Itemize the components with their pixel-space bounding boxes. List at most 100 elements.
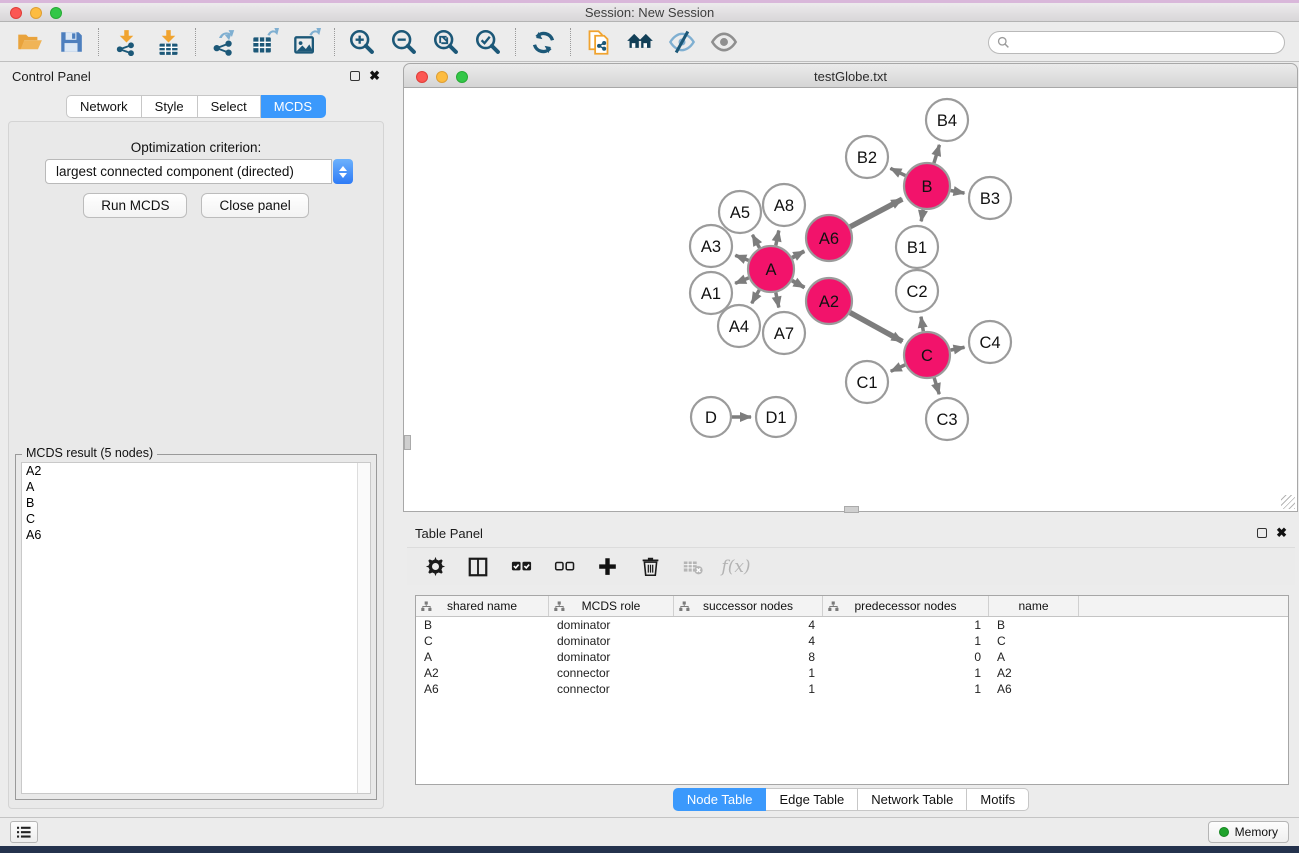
edge-B-B3[interactable] [951,190,965,193]
export-image-icon[interactable] [292,27,322,57]
table-tab-network-table[interactable]: Network Table [858,788,967,811]
cell-name[interactable]: B [989,618,1079,632]
cell-name[interactable]: A [989,650,1079,664]
graph-node-C[interactable]: C [904,332,950,378]
close-panel-icon[interactable]: ✖ [369,71,380,81]
export-table-icon[interactable] [250,27,280,57]
table-close-panel-icon[interactable]: ✖ [1276,528,1287,538]
graph-node-C3[interactable]: C3 [926,398,968,440]
table-tab-node-table[interactable]: Node Table [673,788,767,811]
function-builder-icon[interactable]: f(x) [724,555,748,579]
table-row[interactable]: Bdominator41B [416,617,1288,633]
cell-shared-name[interactable]: A [416,650,549,664]
tab-mcds[interactable]: MCDS [261,95,326,118]
search-field[interactable] [988,31,1285,54]
network-canvas[interactable]: AA1A2A3A4A5A6A7A8BB1B2B3B4CC1C2C3C4DD1 [403,88,1298,512]
edge-A-A7[interactable] [776,293,779,308]
open-file-icon[interactable] [14,27,44,57]
edge-A-A5[interactable] [752,235,759,248]
graph-node-D[interactable]: D [691,397,731,437]
column-header-shared-name[interactable]: shared name [416,596,549,616]
cell-shared-name[interactable]: B [416,618,549,632]
zoom-fit-icon[interactable] [431,27,461,57]
graph-node-A[interactable]: A [748,246,794,292]
float-panel-icon[interactable] [350,71,360,81]
edge-A2-C[interactable] [850,313,902,342]
zoom-in-icon[interactable] [347,27,377,57]
save-session-icon[interactable] [56,27,86,57]
table-row[interactable]: A6connector11A6 [416,681,1288,697]
export-network-icon[interactable] [208,27,238,57]
deselect-all-icon[interactable] [552,555,576,579]
columns-icon[interactable] [466,555,490,579]
edge-A-A2[interactable] [792,281,804,288]
table-row[interactable]: Adominator80A [416,649,1288,665]
cell-successor-nodes[interactable]: 1 [674,666,823,680]
cell-name[interactable]: C [989,634,1079,648]
show-details-icon[interactable] [709,27,739,57]
tab-network[interactable]: Network [66,95,142,118]
graph-node-B[interactable]: B [904,163,950,209]
column-header-successor-nodes[interactable]: successor nodes [674,596,823,616]
graph-node-C2[interactable]: C2 [896,270,938,312]
cell-MCDS-role[interactable]: connector [549,682,674,696]
result-item[interactable]: B [22,495,370,511]
cell-predecessor-nodes[interactable]: 1 [823,682,989,696]
refresh-icon[interactable] [528,27,558,57]
graph-node-C4[interactable]: C4 [969,321,1011,363]
hide-details-icon[interactable] [667,27,697,57]
cell-predecessor-nodes[interactable]: 1 [823,666,989,680]
cell-successor-nodes[interactable]: 1 [674,682,823,696]
cell-MCDS-role[interactable]: connector [549,666,674,680]
horizontal-scroll-thumb[interactable] [844,506,859,513]
result-item[interactable]: A [22,479,370,495]
edge-C-C1[interactable] [891,365,905,371]
cell-MCDS-role[interactable]: dominator [549,650,674,664]
edge-A6-B[interactable] [850,199,902,227]
edge-C-C3[interactable] [934,378,939,394]
edge-A-A4[interactable] [752,290,760,303]
graph-node-A3[interactable]: A3 [690,225,732,267]
select-stepper-icon[interactable] [333,159,353,184]
graph-node-C1[interactable]: C1 [846,361,888,403]
cell-successor-nodes[interactable]: 8 [674,650,823,664]
result-item[interactable]: A6 [22,527,370,543]
graph-node-B2[interactable]: B2 [846,136,888,178]
edge-A-A3[interactable] [735,255,748,260]
cell-MCDS-role[interactable]: dominator [549,618,674,632]
cell-successor-nodes[interactable]: 4 [674,618,823,632]
graph-node-D1[interactable]: D1 [756,397,796,437]
optimization-select[interactable]: largest connected component (directed) [45,159,353,184]
run-mcds-button[interactable]: Run MCDS [83,193,187,218]
column-header-name[interactable]: name [989,596,1079,616]
cell-name[interactable]: A6 [989,682,1079,696]
zoom-out-icon[interactable] [389,27,419,57]
node-table[interactable]: shared nameMCDS rolesuccessor nodesprede… [415,595,1289,785]
cell-predecessor-nodes[interactable]: 1 [823,634,989,648]
cell-predecessor-nodes[interactable]: 0 [823,650,989,664]
import-table-icon[interactable] [153,27,183,57]
edge-B-B1[interactable] [921,210,923,222]
import-network-icon[interactable] [111,27,141,57]
vertical-scroll-thumb[interactable] [404,435,411,450]
tab-style[interactable]: Style [142,95,198,118]
edge-B-B4[interactable] [934,145,939,163]
scrollbar-track[interactable] [357,463,370,793]
clone-network-icon[interactable] [583,27,613,57]
edge-B-B2[interactable] [890,168,905,175]
edge-A-A6[interactable] [792,251,804,257]
cell-shared-name[interactable]: C [416,634,549,648]
zoom-selected-icon[interactable] [473,27,503,57]
select-all-icon[interactable] [509,555,533,579]
resize-grip[interactable] [1281,495,1295,509]
edge-C-C2[interactable] [921,317,923,332]
table-float-panel-icon[interactable] [1257,528,1267,538]
close-panel-button[interactable]: Close panel [201,193,308,218]
cell-predecessor-nodes[interactable]: 1 [823,618,989,632]
edge-C-C4[interactable] [951,347,965,350]
mcds-result-list[interactable]: A2ABCA6 [21,462,371,794]
delete-icon[interactable] [638,555,662,579]
table-tab-edge-table[interactable]: Edge Table [766,788,858,811]
cell-MCDS-role[interactable]: dominator [549,634,674,648]
table-row[interactable]: Cdominator41C [416,633,1288,649]
